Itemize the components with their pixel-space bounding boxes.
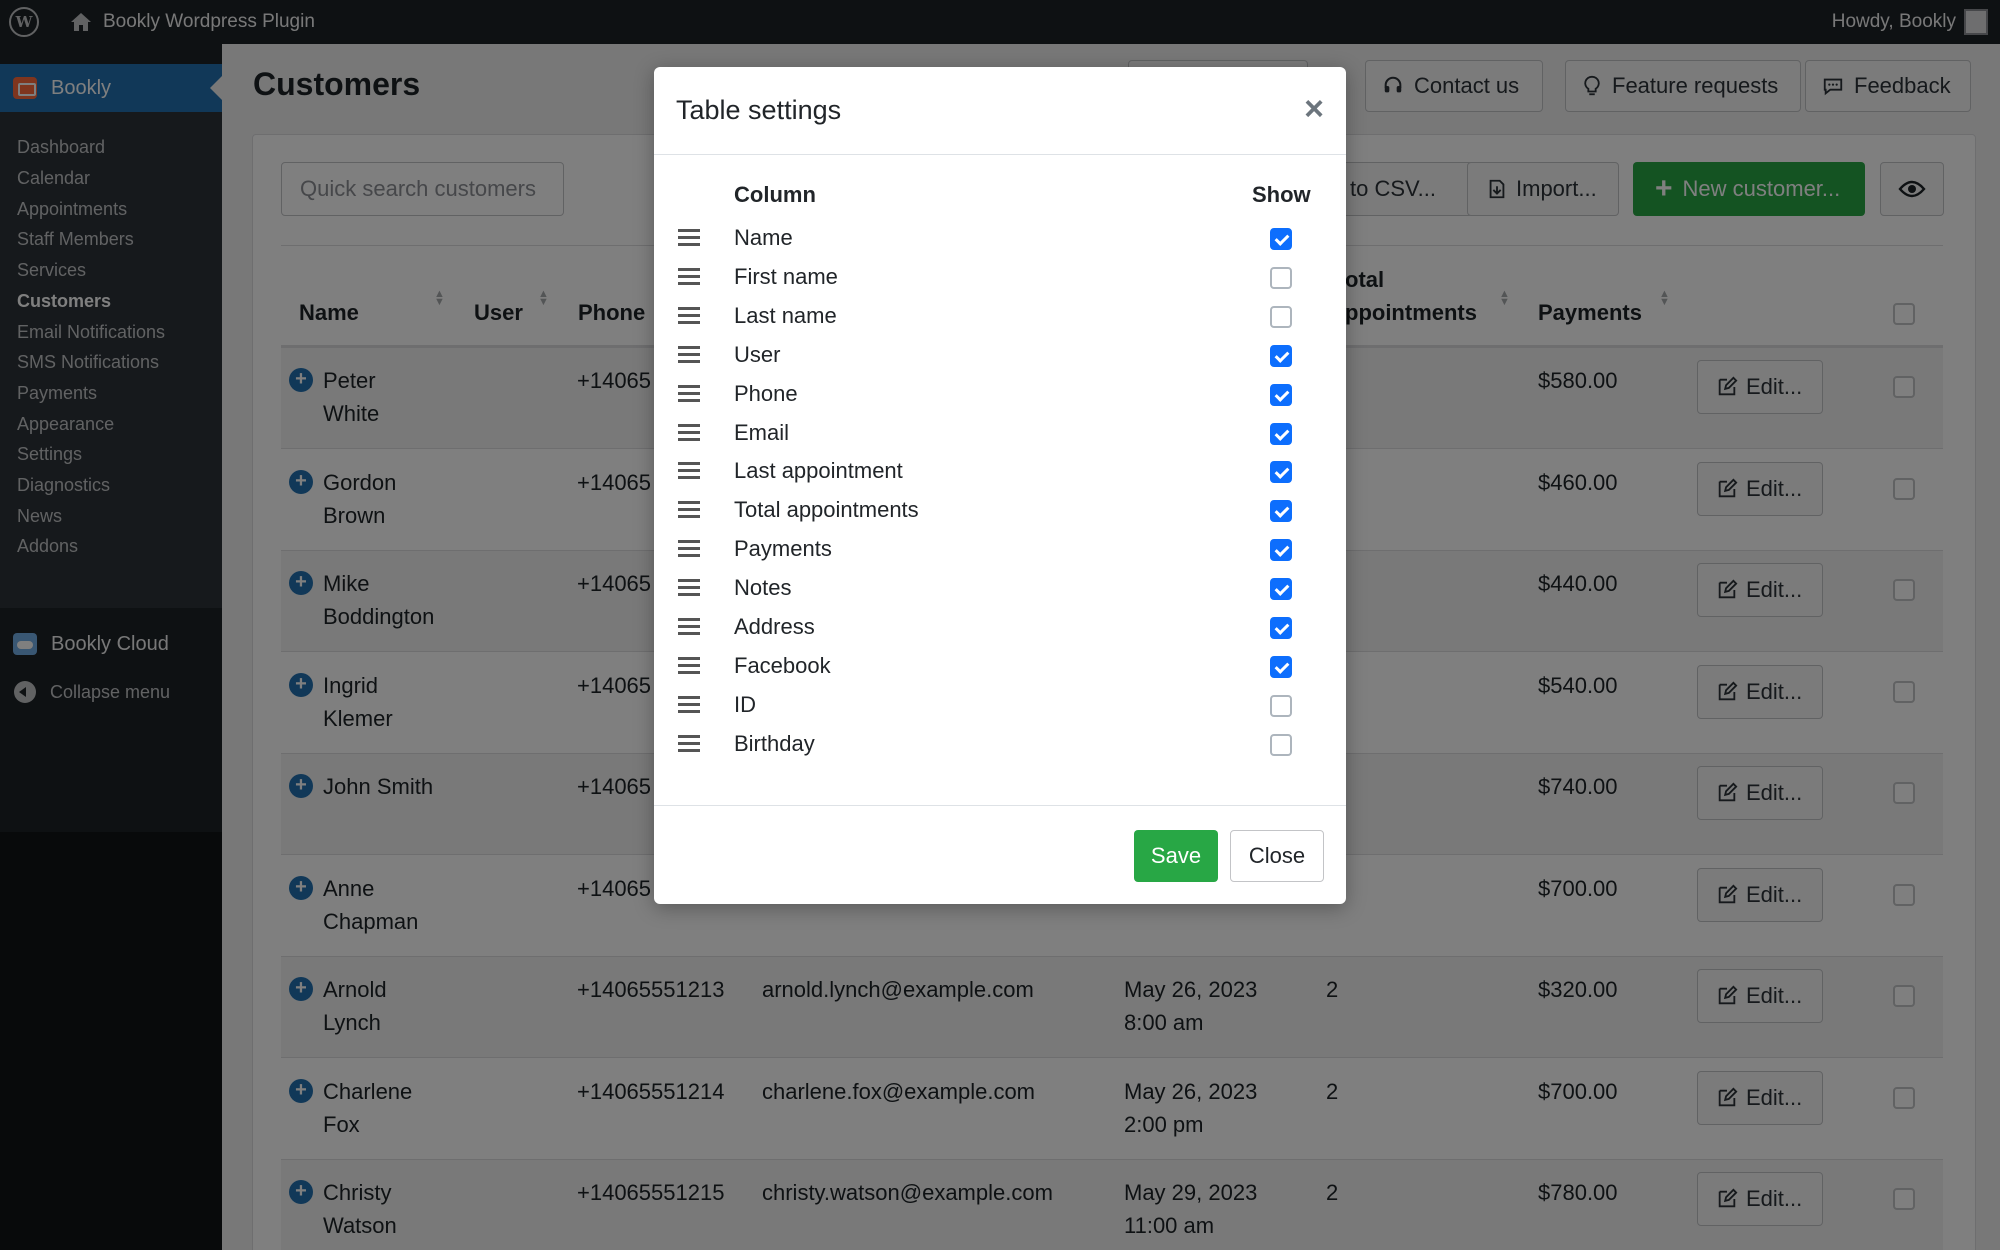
column-show-checkbox[interactable]: [1270, 228, 1292, 250]
close-button[interactable]: Close: [1230, 830, 1324, 882]
column-setting-row: Last name: [654, 298, 1346, 337]
column-header-column: Column: [734, 182, 816, 207]
drag-handle-icon[interactable]: [678, 618, 700, 638]
save-button[interactable]: Save: [1134, 830, 1218, 882]
column-show-checkbox[interactable]: [1270, 305, 1292, 328]
column-setting-row: Email: [654, 415, 1346, 454]
column-setting-row: Phone: [654, 376, 1346, 415]
drag-handle-icon[interactable]: [678, 267, 700, 288]
column-setting-row: ID: [654, 687, 1346, 726]
drag-handle-icon[interactable]: [678, 695, 700, 716]
column-setting-label: ID: [734, 691, 756, 717]
column-show-checkbox[interactable]: [1270, 383, 1292, 406]
column-show-checkbox[interactable]: [1270, 733, 1292, 756]
column-setting-row: Notes: [654, 570, 1346, 609]
drag-handle-icon[interactable]: [678, 501, 700, 521]
drag-handle-icon[interactable]: [678, 540, 700, 560]
column-setting-row: Payments: [654, 531, 1346, 570]
column-show-checkbox[interactable]: [1270, 617, 1292, 639]
modal-header: Table settings ×: [654, 67, 1346, 155]
column-setting-row: First name: [654, 259, 1346, 298]
drag-handle-icon[interactable]: [678, 345, 700, 366]
drag-handle-icon[interactable]: [678, 384, 700, 405]
column-show-checkbox[interactable]: [1270, 344, 1292, 367]
column-setting-label: Birthday: [734, 730, 815, 756]
table-settings-modal: Table settings × Column Show Name First n…: [654, 67, 1346, 904]
column-setting-label: Last name: [734, 302, 837, 328]
drag-handle-icon[interactable]: [678, 229, 700, 249]
column-setting-label: Total appointments: [734, 497, 919, 523]
column-header-show: Show: [1252, 182, 1311, 207]
column-setting-row: Total appointments: [654, 492, 1346, 531]
column-setting-row: Birthday: [654, 726, 1346, 765]
column-setting-row: User: [654, 337, 1346, 376]
drag-handle-icon[interactable]: [678, 734, 700, 755]
column-setting-label: Last appointment: [734, 458, 903, 484]
column-show-checkbox[interactable]: [1270, 461, 1292, 484]
column-setting-row: Last appointment: [654, 453, 1346, 492]
column-show-checkbox[interactable]: [1270, 578, 1292, 601]
column-show-checkbox[interactable]: [1270, 539, 1292, 562]
column-setting-label: Address: [734, 614, 815, 639]
drag-handle-icon[interactable]: [678, 579, 700, 599]
column-setting-label: Facebook: [734, 652, 831, 678]
modal-title: Table settings: [676, 95, 842, 125]
column-setting-label: Phone: [734, 380, 798, 406]
column-setting-label: Payments: [734, 536, 832, 562]
column-show-checkbox[interactable]: [1270, 422, 1292, 445]
column-show-checkbox[interactable]: [1270, 694, 1292, 717]
drag-handle-icon[interactable]: [678, 306, 700, 327]
column-setting-row: Name: [654, 220, 1346, 259]
drag-handle-icon[interactable]: [678, 423, 700, 444]
column-show-checkbox[interactable]: [1270, 655, 1292, 678]
column-setting-row: Address: [654, 609, 1346, 648]
column-setting-label: User: [734, 341, 781, 367]
column-setting-label: Notes: [734, 575, 792, 601]
drag-handle-icon[interactable]: [678, 656, 700, 677]
column-setting-label: Email: [734, 419, 790, 445]
close-icon[interactable]: ×: [1304, 89, 1324, 129]
drag-handle-icon[interactable]: [678, 462, 700, 482]
column-show-checkbox[interactable]: [1270, 266, 1292, 289]
column-setting-label: First name: [734, 263, 838, 289]
column-setting-row: Facebook: [654, 648, 1346, 687]
column-setting-label: Name: [734, 225, 793, 250]
modal-footer: Save Close: [654, 805, 1346, 904]
column-show-checkbox[interactable]: [1270, 500, 1292, 523]
